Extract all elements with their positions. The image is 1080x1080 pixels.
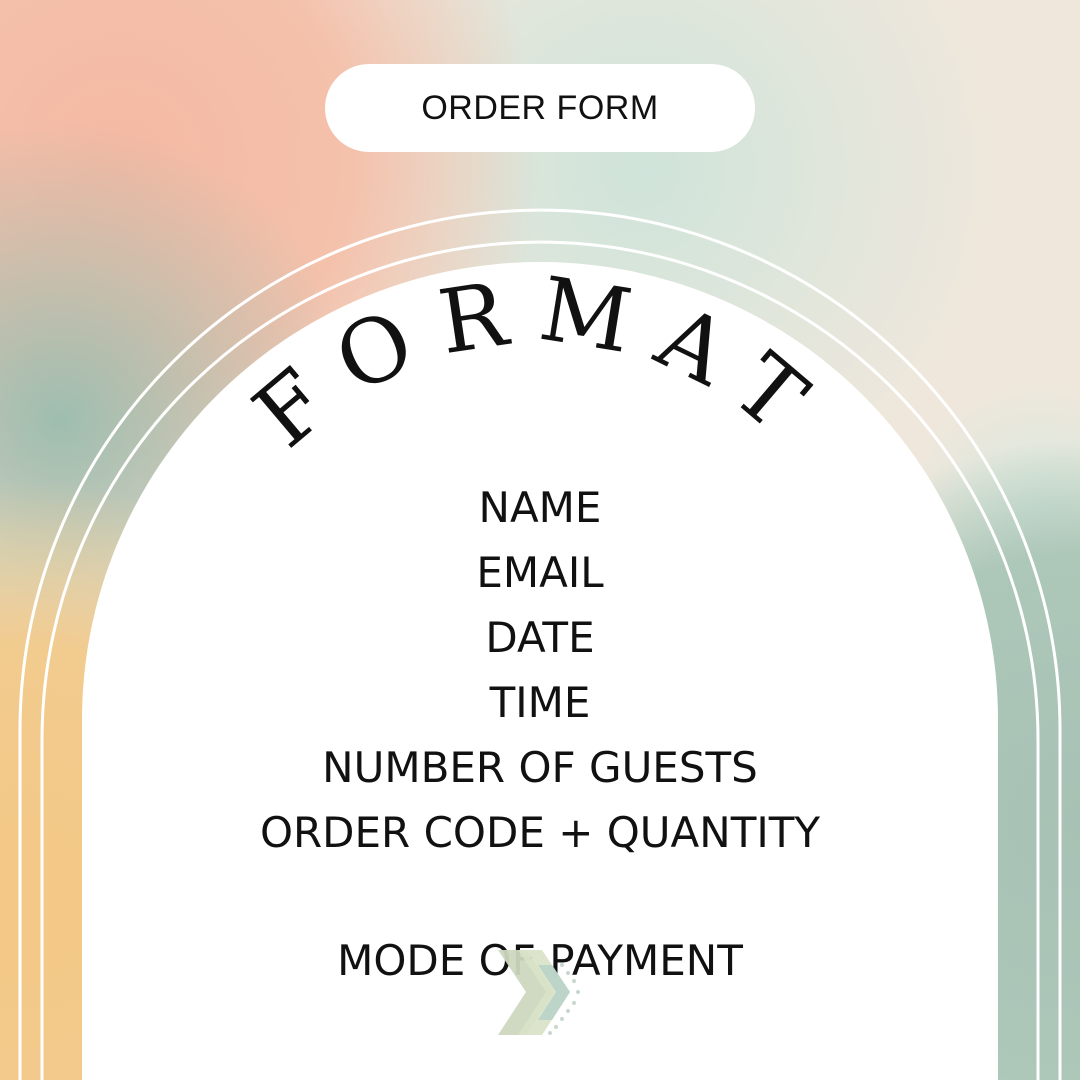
field-date: DATE <box>485 613 595 662</box>
field-time: TIME <box>489 678 591 727</box>
chevron-right-icon <box>498 950 580 1035</box>
order-form-badge: ORDER FORM <box>325 64 755 152</box>
field-name: NAME <box>478 483 602 532</box>
field-list: NAME EMAIL DATE TIME NUMBER OF GUESTS OR… <box>140 475 940 865</box>
order-form-label: ORDER FORM <box>421 88 659 127</box>
field-order-code-quantity: ORDER CODE + QUANTITY <box>259 808 821 857</box>
field-number-of-guests: NUMBER OF GUESTS <box>322 743 758 792</box>
page-canvas: FORMAT ORDER FORM NAME EMAIL DATE TIME N… <box>0 0 1080 1080</box>
field-email: EMAIL <box>476 548 604 597</box>
